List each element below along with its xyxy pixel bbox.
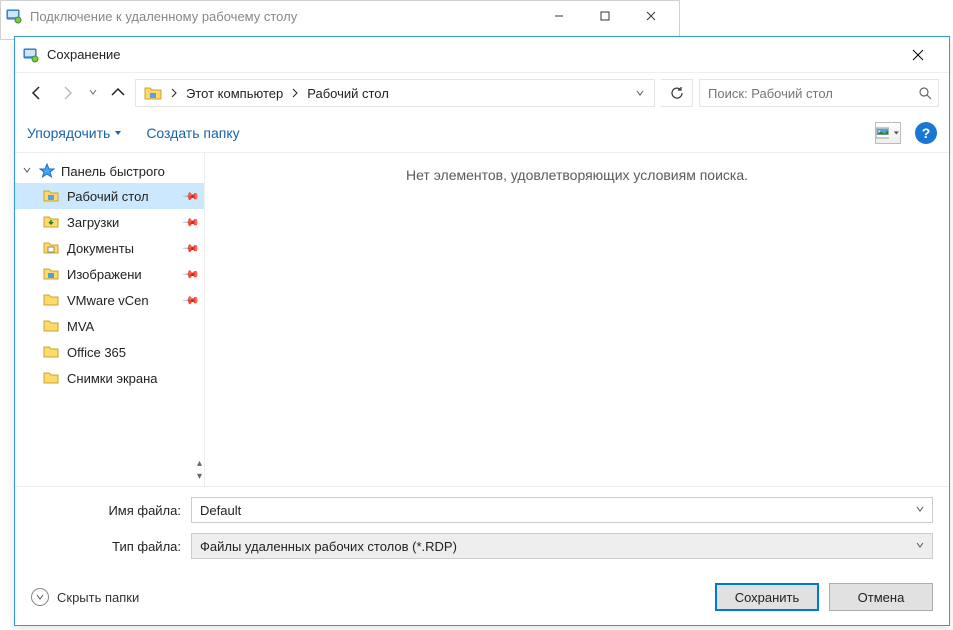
refresh-button[interactable]	[661, 79, 693, 107]
sidebar-item-2[interactable]: Документы 📌	[15, 235, 204, 261]
sidebar-item-label: Рабочий стол	[67, 189, 149, 204]
pin-icon: 📌	[182, 187, 201, 206]
sidebar-item-4[interactable]: VMware vCen 📌	[15, 287, 204, 313]
hide-folders-label: Скрыть папки	[57, 590, 139, 605]
sidebar-item-6[interactable]: Office 365	[15, 339, 204, 365]
parent-minimize-button[interactable]	[536, 1, 582, 31]
dialog-close-button[interactable]	[895, 37, 941, 73]
new-folder-button[interactable]: Создать папку	[146, 125, 239, 141]
parent-titlebar: Подключение к удаленному рабочему столу	[1, 1, 679, 31]
breadcrumb-seg-computer[interactable]: Этот компьютер	[182, 84, 287, 103]
caret-down-icon	[114, 130, 122, 136]
filename-combo[interactable]: Default	[191, 497, 933, 523]
sidebar-scroll-down[interactable]: ▾	[197, 471, 202, 482]
refresh-icon	[670, 86, 684, 100]
save-label: Сохранить	[735, 590, 800, 605]
sidebar-item-label: VMware vCen	[67, 293, 149, 308]
nav-up-button[interactable]	[107, 82, 129, 104]
dialog-title: Сохранение	[47, 47, 895, 62]
filetype-label: Тип файла:	[31, 539, 181, 554]
sidebar-root-quick-access[interactable]: Панель быстрого	[15, 159, 204, 183]
picture-icon	[876, 127, 889, 139]
sidebar-item-7[interactable]: Снимки экрана	[15, 365, 204, 391]
caret-down-icon	[893, 130, 900, 136]
rdp-icon	[6, 8, 22, 24]
pin-icon: 📌	[182, 291, 201, 310]
sidebar-item-label: MVA	[67, 319, 94, 334]
filename-value: Default	[200, 503, 916, 518]
folder-icon	[43, 240, 59, 256]
sidebar-root-label: Панель быстрого	[61, 164, 165, 179]
parent-close-button[interactable]	[628, 1, 674, 31]
hide-folders-button[interactable]: Скрыть папки	[31, 588, 139, 606]
rdp-icon	[23, 47, 39, 63]
folder-icon	[43, 318, 59, 334]
save-dialog: Сохранение Это	[14, 36, 950, 626]
chevron-down-icon[interactable]	[636, 89, 644, 97]
organize-label: Упорядочить	[27, 125, 110, 141]
sidebar-item-3[interactable]: Изображени 📌	[15, 261, 204, 287]
view-menu-button[interactable]	[875, 122, 901, 144]
pin-icon: 📌	[182, 213, 201, 232]
dialog-actions: Скрыть папки Сохранить Отмена	[15, 569, 949, 625]
sidebar-item-0[interactable]: Рабочий стол 📌	[15, 183, 204, 209]
folder-icon	[43, 214, 59, 230]
chevron-down-icon	[916, 540, 924, 552]
pin-icon: 📌	[182, 239, 201, 258]
sidebar: Панель быстрого Рабочий стол📌Загрузки📌До…	[15, 153, 205, 486]
search-icon	[918, 86, 932, 100]
filetype-combo[interactable]: Файлы удаленных рабочих столов (*.RDP)	[191, 533, 933, 559]
help-button[interactable]: ?	[915, 122, 937, 144]
save-button[interactable]: Сохранить	[715, 583, 819, 611]
folder-icon	[43, 188, 59, 204]
folder-icon	[43, 292, 59, 308]
breadcrumb-seg-desktop[interactable]: Рабочий стол	[303, 84, 393, 103]
folder-icon	[43, 344, 59, 360]
breadcrumb-bar[interactable]: Этот компьютер Рабочий стол	[135, 79, 655, 107]
parent-maximize-button[interactable]	[582, 1, 628, 31]
parent-title: Подключение к удаленному рабочему столу	[30, 9, 536, 24]
sidebar-item-label: Изображени	[67, 267, 142, 282]
dialog-titlebar: Сохранение	[15, 37, 949, 73]
sidebar-scroll-up[interactable]: ▴	[197, 458, 202, 469]
nav-history-dropdown[interactable]	[89, 88, 97, 99]
folder-icon	[43, 266, 59, 282]
folder-icon	[140, 85, 166, 101]
chevron-right-icon	[291, 86, 299, 101]
pin-icon: 📌	[182, 265, 201, 284]
sidebar-item-1[interactable]: Загрузки 📌	[15, 209, 204, 235]
sidebar-item-label: Office 365	[67, 345, 126, 360]
sidebar-item-label: Загрузки	[67, 215, 119, 230]
filename-label: Имя файла:	[31, 503, 181, 518]
sidebar-item-label: Снимки экрана	[67, 371, 158, 386]
nav-back-button[interactable]	[25, 82, 47, 104]
search-input[interactable]	[706, 85, 912, 102]
folder-icon	[43, 370, 59, 386]
toolbar: Упорядочить Создать папку ?	[15, 113, 949, 153]
empty-message: Нет элементов, удовлетворяющих условиям …	[205, 167, 949, 183]
search-box[interactable]	[699, 79, 939, 107]
parent-window: Подключение к удаленному рабочему столу	[0, 0, 680, 40]
nav-forward-button[interactable]	[57, 82, 79, 104]
cancel-label: Отмена	[858, 590, 905, 605]
chevron-down-icon	[21, 165, 33, 178]
organize-button[interactable]: Упорядочить	[27, 125, 122, 141]
cancel-button[interactable]: Отмена	[829, 583, 933, 611]
sidebar-item-label: Документы	[67, 241, 134, 256]
star-icon	[39, 163, 55, 179]
new-folder-label: Создать папку	[146, 125, 239, 141]
file-list-area: Нет элементов, удовлетворяющих условиям …	[205, 153, 949, 486]
chevron-down-icon	[916, 504, 924, 516]
chevron-right-icon	[170, 86, 178, 101]
navbar: Этот компьютер Рабочий стол	[15, 73, 949, 113]
filetype-value: Файлы удаленных рабочих столов (*.RDP)	[200, 539, 916, 554]
chevron-down-icon	[31, 588, 49, 606]
sidebar-item-5[interactable]: MVA	[15, 313, 204, 339]
